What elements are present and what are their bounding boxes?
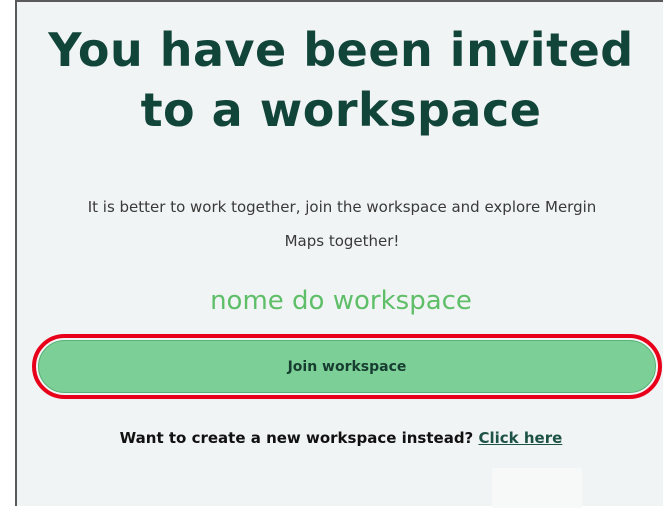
invite-panel: You have been invited to a workspace It … bbox=[15, 0, 663, 508]
create-workspace-link[interactable]: Click here bbox=[479, 429, 563, 447]
invite-description-line-2: Maps together! bbox=[284, 232, 400, 250]
background-patch bbox=[492, 468, 582, 508]
invite-description: It is better to work together, join the … bbox=[27, 190, 657, 258]
create-workspace-prompt: Want to create a new workspace instead? … bbox=[17, 426, 663, 450]
create-workspace-prompt-text: Want to create a new workspace instead? bbox=[119, 429, 474, 447]
join-workspace-button[interactable]: Join workspace bbox=[38, 340, 656, 393]
page-title: You have been invited to a workspace bbox=[17, 20, 663, 140]
join-workspace-button-label: Join workspace bbox=[287, 358, 407, 375]
page-title-line-1: You have been invited bbox=[48, 23, 634, 77]
page-title-line-2: to a workspace bbox=[140, 83, 542, 137]
workspace-name: nome do workspace bbox=[210, 286, 472, 316]
invite-description-line-1: It is better to work together, join the … bbox=[87, 198, 597, 216]
